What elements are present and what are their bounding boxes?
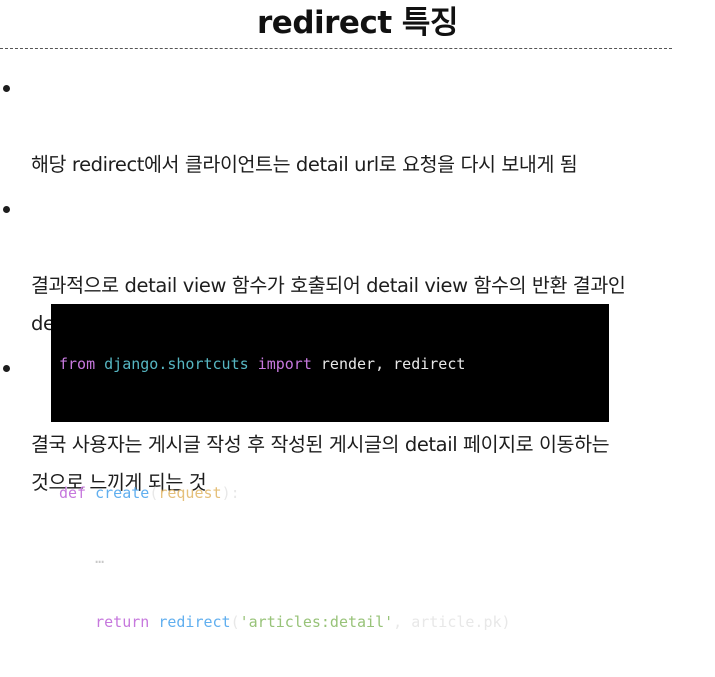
code-keyword: from bbox=[59, 355, 96, 373]
code-parameter: request bbox=[158, 484, 222, 502]
code-paren: ( bbox=[149, 484, 159, 502]
bullet-dot-icon bbox=[3, 206, 10, 213]
code-attribute: article.pk bbox=[411, 613, 502, 631]
code-line-def: def create(request): bbox=[59, 483, 609, 505]
code-paren: ) bbox=[501, 613, 511, 631]
code-block: from django.shortcuts import render, red… bbox=[51, 304, 609, 631]
code-call: redirect bbox=[158, 613, 231, 631]
code-separator: , bbox=[393, 613, 412, 631]
bullet-dot-icon bbox=[3, 85, 10, 92]
code-string: 'articles:detail' bbox=[239, 613, 394, 631]
code-ellipsis: … bbox=[95, 548, 105, 567]
code-line-return: return redirect('articles:detail', artic… bbox=[59, 612, 609, 634]
code-function-name: create bbox=[95, 484, 150, 502]
code-keyword: return bbox=[95, 613, 150, 631]
code-line-import: from django.shortcuts import render, red… bbox=[59, 354, 609, 376]
bullet-text: 해당 redirect에서 클라이언트는 detail url로 요청을 다시 … bbox=[31, 153, 578, 176]
slide: redirect 특징 해당 redirect에서 클라이언트는 detail … bbox=[0, 0, 715, 631]
code-paren: ( bbox=[230, 613, 240, 631]
bullet-item: 해당 redirect에서 클라이언트는 detail url로 요청을 다시 … bbox=[0, 70, 715, 184]
code-line-ellipsis: … bbox=[59, 548, 609, 570]
title-divider bbox=[0, 48, 672, 49]
code-names: render, redirect bbox=[320, 355, 466, 373]
code-paren: ): bbox=[221, 484, 240, 502]
code-keyword: import bbox=[257, 355, 312, 373]
code-keyword: def bbox=[59, 484, 87, 502]
slide-title: redirect 특징 bbox=[257, 5, 458, 41]
code-module: django.shortcuts bbox=[104, 355, 249, 373]
bullet-dot-icon bbox=[3, 365, 10, 372]
